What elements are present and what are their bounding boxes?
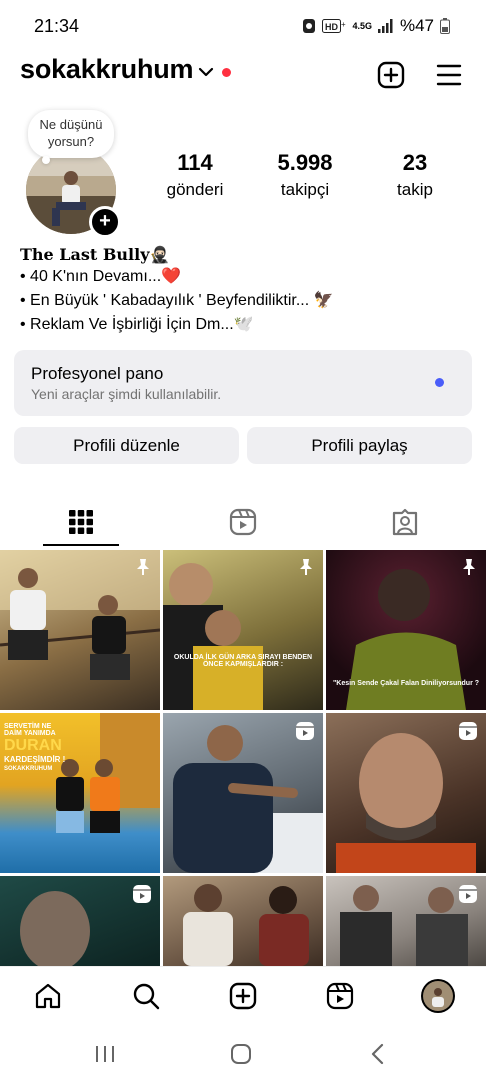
status-icons: HD + 4.5G %47 xyxy=(302,16,450,36)
home-system-icon[interactable] xyxy=(230,1043,252,1065)
system-navigation xyxy=(0,1030,486,1080)
nav-profile[interactable] xyxy=(418,979,458,1013)
note-bubble[interactable]: Ne düşünü yorsun? xyxy=(28,110,114,158)
post-caption: "Kesin Sende Çakal Falan Diniliyorsundur… xyxy=(332,680,480,687)
grid-post[interactable] xyxy=(0,876,160,966)
stat-posts[interactable]: 114 gönderi xyxy=(140,150,250,200)
status-time: 21:34 xyxy=(34,16,80,36)
pano-unread-dot xyxy=(435,378,444,387)
bio-line: • Reklam Ve İşbirliği İçin Dm...🕊️ xyxy=(20,316,254,333)
notification-dot xyxy=(222,68,231,77)
home-icon xyxy=(35,983,61,1009)
active-tab-indicator xyxy=(43,544,119,546)
add-story-badge[interactable]: + xyxy=(89,206,121,238)
bottom-navigation xyxy=(0,966,486,1027)
post-caption: DAİM YANIMDA xyxy=(4,730,56,737)
post-caption: SOKAKKRUHUM xyxy=(4,766,53,772)
tab-posts[interactable] xyxy=(0,498,162,546)
hamburger-menu-icon xyxy=(436,64,462,86)
nav-home[interactable] xyxy=(28,979,68,1013)
bio-line: • En Büyük ' Kabadayılık ' Beyfendilikti… xyxy=(20,292,334,309)
plus-square-icon xyxy=(229,982,257,1010)
grid-icon xyxy=(69,510,93,534)
post-caption: SERVETİM NE xyxy=(4,723,52,730)
create-button[interactable] xyxy=(374,58,408,92)
grid-post[interactable] xyxy=(163,876,323,966)
grid-post[interactable]: OKULDA İLK GÜN ARKA SIRAYI BENDEN ÖNCE K… xyxy=(163,550,323,710)
grid-post[interactable]: "Kesin Sende Çakal Falan Diniliyorsundur… xyxy=(326,550,486,710)
nav-search[interactable] xyxy=(126,979,166,1013)
reels-icon xyxy=(229,508,257,536)
profile-header: sokakkruhum xyxy=(0,54,486,94)
tagged-person-icon xyxy=(392,508,418,536)
post-caption: OKULDA İLK GÜN ARKA SIRAYI BENDEN xyxy=(173,654,313,661)
menu-button[interactable] xyxy=(432,58,466,92)
note-line-1: Ne düşünü xyxy=(39,117,103,132)
stat-posts-label: gönderi xyxy=(166,180,224,199)
profile-tabs xyxy=(0,498,486,546)
svg-text:+: + xyxy=(341,20,346,29)
stat-followers-label: takipçi xyxy=(280,180,330,199)
tab-tagged[interactable] xyxy=(324,498,486,546)
bio-name: The Last Bully🥷🏻 xyxy=(20,245,170,264)
tab-reels[interactable] xyxy=(162,498,324,546)
post-caption: ÖNCE KAPMIŞLARDIR : xyxy=(202,661,284,668)
chevron-down-icon[interactable] xyxy=(198,66,214,78)
grid-post[interactable] xyxy=(163,713,323,873)
network-label: 4.5G xyxy=(352,21,372,31)
grid-post[interactable] xyxy=(326,713,486,873)
pin-icon xyxy=(137,559,149,575)
edit-profile-button[interactable]: Profili düzenle xyxy=(14,427,239,464)
reel-icon xyxy=(459,722,477,740)
reel-icon xyxy=(133,885,151,903)
back-icon[interactable] xyxy=(369,1043,387,1065)
bio-line: • 40 K'nın Devamı...❤️ xyxy=(20,268,182,285)
recent-apps-icon[interactable] xyxy=(93,1044,117,1064)
pano-subtitle: Yeni araçlar şimdi kullanılabilir. xyxy=(31,386,222,402)
note-line-2: yorsun? xyxy=(47,134,95,149)
hd-icon: HD + xyxy=(322,19,346,33)
stat-following[interactable]: 23 takip xyxy=(360,150,470,200)
account-switcher[interactable]: sokakkruhum xyxy=(20,54,194,85)
battery-percent: %47 xyxy=(399,16,434,35)
nav-reels[interactable] xyxy=(320,979,360,1013)
battery-icon xyxy=(440,18,450,34)
grid-post[interactable]: SERVETİM NE DAİM YANIMDA DURAN KARDEŞİMD… xyxy=(0,713,160,873)
grid-post[interactable] xyxy=(326,876,486,966)
post-caption: KARDEŞİMDİR ! xyxy=(4,755,66,764)
reel-icon xyxy=(459,885,477,903)
nav-create[interactable] xyxy=(223,979,263,1013)
reels-icon xyxy=(326,982,354,1010)
whatsapp-icon xyxy=(303,19,316,33)
post-thumbnail xyxy=(183,884,309,966)
grid-post[interactable] xyxy=(0,550,160,710)
search-icon xyxy=(133,983,160,1010)
stat-followers[interactable]: 5.998 takipçi xyxy=(250,150,360,200)
pin-icon xyxy=(300,559,312,575)
post-caption: DURAN xyxy=(4,737,62,754)
signal-icon xyxy=(377,19,393,33)
pin-icon xyxy=(463,559,475,575)
stat-followers-value: 5.998 xyxy=(277,150,333,175)
stat-posts-value: 114 xyxy=(177,150,213,175)
stat-following-label: takip xyxy=(397,180,433,199)
status-bar: 21:34 HD + 4.5G %47 xyxy=(0,0,486,54)
stat-following-value: 23 xyxy=(402,150,428,175)
reel-icon xyxy=(296,722,314,740)
note-tail xyxy=(42,156,50,164)
share-profile-button[interactable]: Profili paylaş xyxy=(247,427,472,464)
profile-avatar-icon xyxy=(421,979,455,1013)
pano-title: Profesyonel pano xyxy=(31,364,164,383)
plus-square-icon xyxy=(377,61,405,89)
svg-text:HD: HD xyxy=(325,22,338,32)
professional-dashboard[interactable]: Profesyonel pano Yeni araçlar şimdi kull… xyxy=(14,350,472,416)
